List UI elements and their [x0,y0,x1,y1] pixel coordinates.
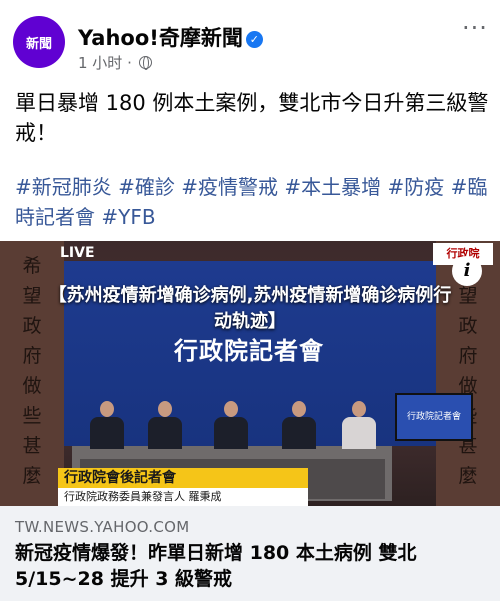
lower-third: 行政院會後記者會 行政院政務委員兼發言人 羅秉成 [58,468,308,506]
speaker-figure [342,401,376,449]
live-tag: LIVE [60,245,95,261]
info-icon[interactable]: i [452,256,482,286]
page-name[interactable]: Yahoo!奇摩新聞 ✓ [78,22,263,52]
link-preview[interactable]: TW.NEWS.YAHOO.COM 新冠疫情爆發！昨單日新增 180 本土病例 … [0,506,500,601]
speaker-figure [282,401,316,449]
post-time[interactable]: 1 小时 [78,54,122,72]
page-name-text: Yahoo!奇摩新聞 [78,26,243,50]
post-body: 單日暴增 180 例本土案例，雙北市今日升第三級警戒！ [15,91,489,145]
speaker-figure [148,401,182,449]
link-title: 新冠疫情爆發！昨單日新增 180 本土病例 雙北 5/15~28 提升 3 級警… [15,542,417,590]
verified-badge-icon: ✓ [245,31,263,48]
avatar-text: 新聞 [25,36,52,52]
left-panel-char: 府 [22,345,42,367]
lower-third-subtitle: 行政院政務委員兼發言人 羅秉成 [58,488,308,506]
post-image[interactable]: 希望政府做些甚麼 希望政府做些甚麼 行政院記者會 行政院記者會 LIVE 行政院… [0,241,500,506]
lower-third-title: 行政院會後記者會 [58,468,308,488]
page-avatar[interactable]: 新聞 [13,16,65,68]
footer-strip [0,606,500,614]
post-meta: 1 小时 · [78,52,152,73]
right-panel-char: 府 [458,345,478,367]
left-panel-char: 甚 [22,435,42,457]
left-panel-char: 些 [22,405,42,427]
image-overlay-title: 【苏州疫情新增确诊病例,苏州疫情新增确诊病例行动轨迹】 [48,285,452,332]
speaker-figure [214,401,248,449]
meta-separator: · [127,54,132,72]
post-hashtags[interactable]: #新冠肺炎 #確診 #疫情警戒 #本土暴增 #防疫 #臨時記者會 #YFB [15,172,493,232]
right-panel-char: 麼 [458,465,478,487]
speaker-figure [90,401,124,449]
link-domain: TW.NEWS.YAHOO.COM [15,518,190,536]
side-screen: 行政院記者會 [395,393,473,441]
post-header: 新聞 Yahoo!奇摩新聞 ✓ 1 小时 · ··· [0,0,500,84]
left-calligraphy-panel: 希望政府做些甚麼 [0,241,64,506]
left-panel-char: 麼 [22,465,42,487]
press-conference-banner: 行政院記者會 [174,337,324,365]
more-options-icon[interactable]: ··· [462,14,488,42]
left-panel-char: 希 [22,255,42,277]
globe-icon [138,56,152,70]
left-panel-char: 做 [22,375,42,397]
